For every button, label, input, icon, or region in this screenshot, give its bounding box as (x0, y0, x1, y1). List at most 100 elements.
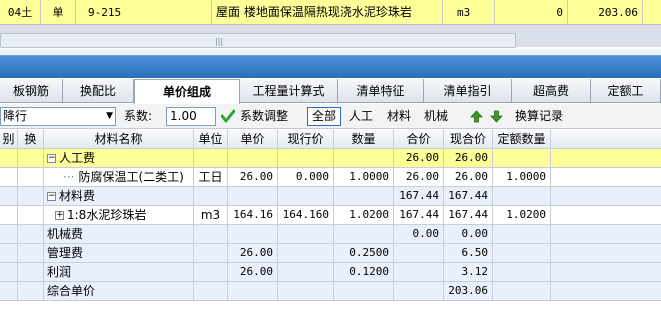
table-row[interactable]: 利润 26.00 0.1200 3.12 (0, 263, 661, 282)
row-category-cell[interactable] (0, 149, 18, 168)
current-total-cell[interactable]: 167.44 (444, 187, 493, 206)
unit-cell[interactable] (194, 149, 228, 168)
unit-price-cell[interactable] (228, 187, 278, 206)
tab-mix-ratio[interactable]: 换配比 (63, 79, 134, 103)
total-price-cell[interactable]: 167.44 (394, 187, 444, 206)
filter-all-button[interactable]: 全部 (307, 107, 341, 126)
row-mode-select[interactable]: 降行 ▼ (0, 107, 116, 126)
material-name-cell[interactable]: ··· 防腐保温工(二类工) (44, 168, 194, 187)
unit-cell[interactable]: 工日 (194, 168, 228, 187)
tab-unit-price-composition[interactable]: 单价组成 (134, 79, 240, 104)
column-header[interactable]: 数量 (334, 130, 394, 149)
quota-quantity-cell[interactable] (493, 187, 551, 206)
column-header[interactable]: 单位 (194, 130, 228, 149)
filter-labor-button[interactable]: 人工 (349, 107, 373, 126)
row-category-cell[interactable] (0, 206, 18, 225)
table-row[interactable]: − 人工费 26.00 26.00 (0, 149, 661, 168)
quota-quantity-cell[interactable] (493, 244, 551, 263)
current-total-cell[interactable]: 6.50 (444, 244, 493, 263)
current-price-cell[interactable] (278, 225, 334, 244)
quota-quantity-cell[interactable] (493, 225, 551, 244)
tab-overheight-fee[interactable]: 超高费 (512, 79, 591, 103)
current-total-cell[interactable]: 3.12 (444, 263, 493, 282)
table-row[interactable]: 机械费 0.00 0.00 (0, 225, 661, 244)
row-conversion-cell[interactable] (18, 282, 44, 301)
quota-quantity-cell[interactable]: 1.0200 (493, 206, 551, 225)
column-header[interactable]: 现行价 (278, 130, 334, 149)
table-row[interactable]: 管理费 26.00 0.2500 6.50 (0, 244, 661, 263)
unit-cell[interactable] (194, 263, 228, 282)
move-up-icon[interactable] (470, 110, 483, 129)
collapse-icon[interactable]: − (47, 192, 56, 201)
current-total-cell[interactable]: 0.00 (444, 225, 493, 244)
row-conversion-cell[interactable] (18, 187, 44, 206)
material-name-cell[interactable]: − 人工费 (44, 149, 194, 168)
unit-cell[interactable] (194, 282, 228, 301)
current-total-cell[interactable]: 167.44 (444, 206, 493, 225)
row-category-cell[interactable] (0, 168, 18, 187)
unit-cell[interactable] (194, 225, 228, 244)
row-conversion-cell[interactable] (18, 244, 44, 263)
total-price-cell[interactable]: 26.00 (394, 168, 444, 187)
column-header[interactable]: 材料名称 (44, 130, 194, 149)
total-price-cell[interactable] (394, 282, 444, 301)
row-category-cell[interactable] (0, 244, 18, 263)
scrollbar-grip-icon[interactable]: ||| (215, 37, 223, 46)
quantity-cell[interactable] (334, 282, 394, 301)
current-price-cell[interactable] (278, 149, 334, 168)
filter-material-button[interactable]: 材料 (387, 107, 411, 126)
total-price-cell[interactable] (394, 263, 444, 282)
quota-quantity-cell[interactable]: 1.0000 (493, 168, 551, 187)
material-name-cell[interactable]: 利润 (44, 263, 194, 282)
quantity-cell[interactable] (334, 149, 394, 168)
dropdown-arrow-icon[interactable]: ▼ (106, 109, 113, 124)
quantity-cell[interactable] (334, 187, 394, 206)
material-name-cell[interactable]: 机械费 (44, 225, 194, 244)
table-row[interactable]: 综合单价 203.06 (0, 282, 661, 301)
current-total-cell[interactable]: 203.06 (444, 282, 493, 301)
tab-bill-features[interactable]: 清单特征 (338, 79, 424, 103)
quantity-cell[interactable]: 0.2500 (334, 244, 394, 263)
current-price-cell[interactable] (278, 282, 334, 301)
row-conversion-cell[interactable] (18, 149, 44, 168)
quantity-cell[interactable]: 1.0000 (334, 168, 394, 187)
quota-quantity-cell[interactable] (493, 263, 551, 282)
column-header[interactable]: 定额数量 (493, 130, 551, 149)
column-header[interactable]: 别 (0, 130, 18, 149)
row-category-cell[interactable] (0, 225, 18, 244)
row-category-cell[interactable] (0, 187, 18, 206)
row-category-cell[interactable] (0, 263, 18, 282)
total-price-cell[interactable]: 0.00 (394, 225, 444, 244)
tab-rebar[interactable]: 板钢筋 (0, 79, 63, 103)
unit-price-cell[interactable]: 26.00 (228, 168, 278, 187)
current-price-cell[interactable]: 0.000 (278, 168, 334, 187)
quantity-cell[interactable]: 1.0200 (334, 206, 394, 225)
unit-cell[interactable]: m3 (194, 206, 228, 225)
table-row[interactable]: +1:8水泥珍珠岩 m3 164.16 164.160 1.0200 167.44 167.… (0, 206, 661, 225)
filter-machine-button[interactable]: 机械 (424, 107, 448, 126)
quota-quantity-cell[interactable] (493, 282, 551, 301)
selected-quota-row[interactable]: 04土 单 9-215 屋面 楼地面保温隔热现浇水泥珍珠岩 m3 0 203.0… (0, 0, 661, 25)
total-price-cell[interactable]: 26.00 (394, 149, 444, 168)
row-conversion-cell[interactable] (18, 263, 44, 282)
row-conversion-cell[interactable] (18, 168, 44, 187)
current-total-cell[interactable]: 26.00 (444, 149, 493, 168)
unit-price-cell[interactable]: 164.16 (228, 206, 278, 225)
unit-price-cell[interactable] (228, 225, 278, 244)
row-conversion-cell[interactable] (18, 225, 44, 244)
unit-price-cell[interactable]: 26.00 (228, 244, 278, 263)
column-header[interactable]: 现合价 (444, 130, 493, 149)
unit-price-cell[interactable] (228, 149, 278, 168)
unit-price-cell[interactable] (228, 282, 278, 301)
move-down-icon[interactable] (490, 110, 503, 129)
quantity-cell[interactable] (334, 225, 394, 244)
table-row[interactable]: − 材料费 167.44 167.44 (0, 187, 661, 206)
collapse-icon[interactable]: − (47, 154, 56, 163)
material-name-cell[interactable]: − 材料费 (44, 187, 194, 206)
row-category-cell[interactable] (0, 282, 18, 301)
conversion-record-button[interactable]: 换算记录 (515, 107, 563, 126)
current-price-cell[interactable] (278, 187, 334, 206)
checkmark-icon[interactable] (220, 109, 236, 128)
unit-cell[interactable] (194, 187, 228, 206)
column-header[interactable]: 单价 (228, 130, 278, 149)
